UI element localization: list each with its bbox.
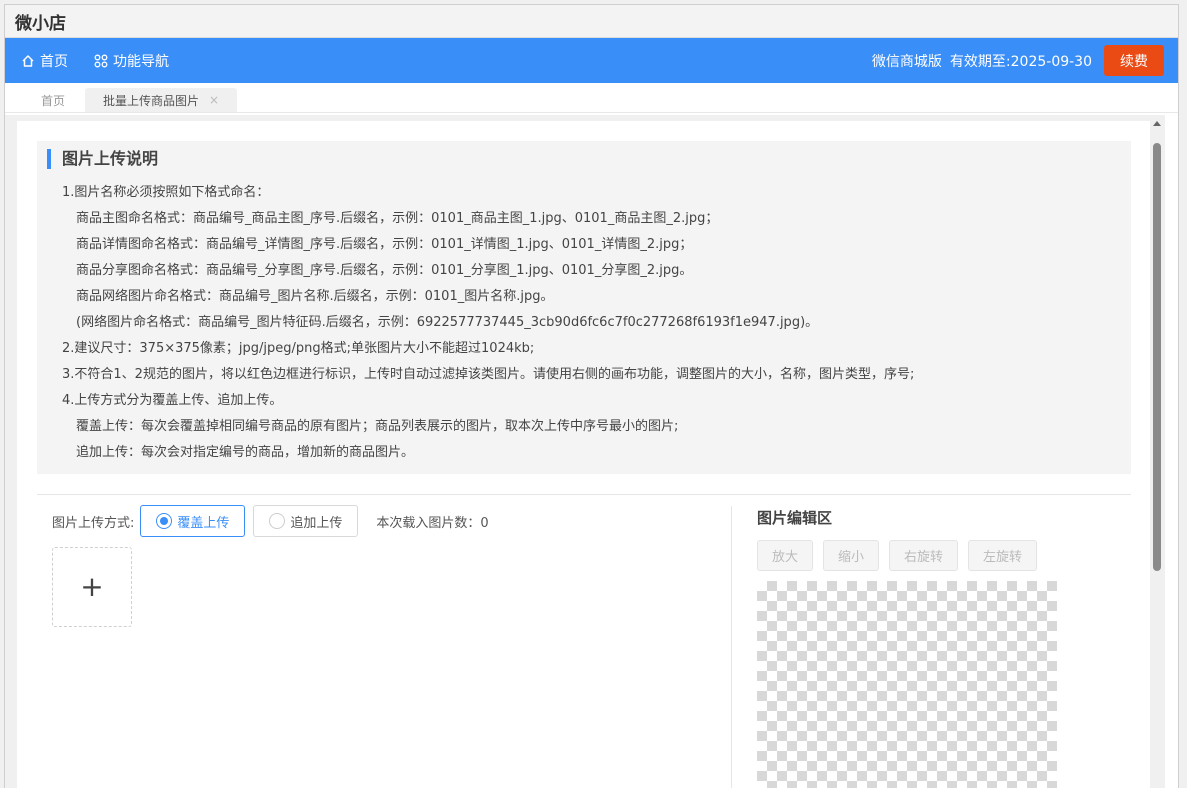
top-navbar: 首页 功能导航 微信商城版 有效期至:2025-09-30 续费 [5,38,1178,83]
instruction-line: 商品网络图片命名格式：商品编号_图片名称.后缀名，示例：0101_图片名称.jp… [76,289,554,304]
append-upload-radio[interactable]: 追加上传 [253,505,359,537]
section-divider [37,494,1131,495]
nav-home[interactable]: 首页 [21,51,68,71]
renew-button[interactable]: 续费 [1104,45,1164,76]
nav-function-label: 功能导航 [113,53,169,70]
nav-function[interactable]: 功能导航 [94,51,169,71]
tab-home-label: 首页 [41,93,66,108]
tab-home[interactable]: 首页 [23,88,83,112]
add-image-button[interactable]: + [52,547,132,627]
editor-title: 图片编辑区 [757,509,833,527]
overwrite-upload-label: 覆盖上传 [177,515,230,531]
zoom-out-button[interactable]: 缩小 [823,540,880,571]
close-icon[interactable]: × [209,93,219,107]
instructions-title: 图片上传说明 [47,149,158,169]
nav-home-label: 首页 [40,53,68,70]
store-type: 微信商城版 [871,53,942,70]
app-title: 微小店 [15,13,66,34]
apps-icon [94,54,108,67]
image-canvas[interactable] [757,581,1057,788]
radio-checked-icon [156,513,173,529]
tab-batch-upload[interactable]: 批量上传商品图片 × [85,88,238,112]
instruction-line: 商品详情图命名格式：商品编号_详情图_序号.后缀名，示例：0101_详情图_1.… [76,237,693,252]
tab-batch-upload-label: 批量上传商品图片 [103,93,200,108]
rotate-left-button[interactable]: 左旋转 [968,540,1038,571]
instruction-line: 追加上传：每次会对指定编号的商品，增加新的商品图片。 [76,445,415,460]
content-area: 图片上传说明 1.图片名称必须按照如下格式命名： 商品主图命名格式：商品编号_商… [5,115,1165,788]
image-count: 本次载入图片数：0 [376,515,489,531]
plus-icon: + [80,570,104,603]
upload-mode-label: 图片上传方式: [52,515,135,531]
instruction-line: 2.建议尺寸：375×375像素；jpg/jpeg/png格式;单张图片大小不能… [62,341,535,356]
instructions-list: 1.图片名称必须按照如下格式命名： 商品主图命名格式：商品编号_商品主图_序号.… [62,180,914,466]
instruction-line: (网络图片命名格式：商品编号_图片特征码.后缀名，示例：692257773744… [76,315,819,330]
append-upload-label: 追加上传 [290,515,343,531]
main-panel: 图片上传说明 1.图片名称必须按照如下格式命名： 商品主图命名格式：商品编号_商… [17,121,1151,788]
expiry-date: 有效期至:2025-09-30 [949,53,1092,70]
scroll-thumb[interactable] [1153,143,1161,571]
instruction-line: 4.上传方式分为覆盖上传、追加上传。 [62,393,283,408]
instruction-line: 1.图片名称必须按照如下格式命名： [62,185,270,200]
rotate-right-button[interactable]: 右旋转 [889,540,959,571]
radio-unchecked-icon [269,513,286,529]
tab-bar: 首页 批量上传商品图片 × [5,83,1178,113]
overwrite-upload-radio[interactable]: 覆盖上传 [140,505,246,537]
column-divider [731,506,732,788]
instruction-line: 3.不符合1、2规范的图片，将以红色边框进行标识，上传时自动过滤掉该类图片。请使… [62,367,915,382]
instruction-line: 覆盖上传：每次会覆盖掉相同编号商品的原有图片；商品列表展示的图片，取本次上传中序… [76,419,679,434]
instructions-box: 图片上传说明 1.图片名称必须按照如下格式命名： 商品主图命名格式：商品编号_商… [37,141,1131,474]
instruction-line: 商品主图命名格式：商品编号_商品主图_序号.后缀名，示例：0101_商品主图_1… [76,211,719,226]
instruction-line: 商品分享图命名格式：商品编号_分享图_序号.后缀名，示例：0101_分享图_1.… [76,263,693,278]
editor-toolbar: 放大 缩小 右旋转 左旋转 [757,540,1047,571]
title-bar: 微小店 [5,5,1178,38]
upload-mode-row: 图片上传方式: 覆盖上传 追加上传 本次载入图片数：0 [52,505,489,537]
vertical-scrollbar[interactable] [1150,115,1165,788]
zoom-in-button[interactable]: 放大 [757,540,814,571]
scroll-up-icon[interactable] [1153,121,1161,126]
home-icon [22,54,34,67]
app-window: 微小店 首页 功能导航 微信商城版 有效期至:2025-09-30 续费 首页 [4,4,1179,788]
